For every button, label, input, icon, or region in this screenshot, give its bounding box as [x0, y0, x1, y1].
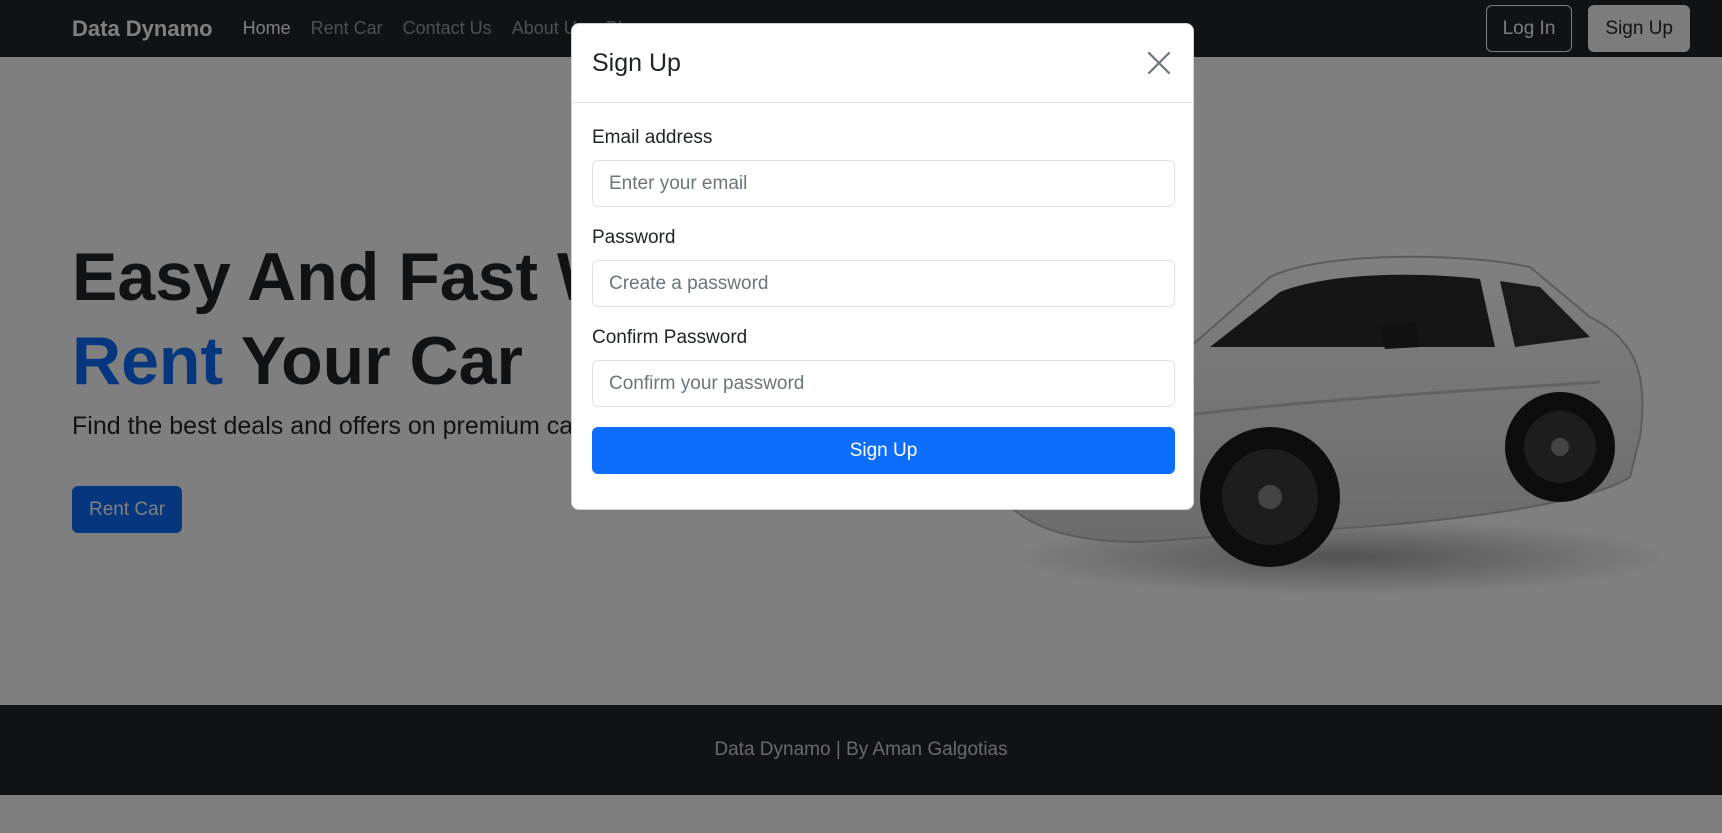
- password-field-group: Password: [592, 227, 1175, 307]
- modal-header: Sign Up: [572, 24, 1193, 103]
- close-icon: [1147, 51, 1171, 75]
- password-input[interactable]: [592, 260, 1175, 307]
- password-label: Password: [592, 227, 676, 248]
- email-label: Email address: [592, 127, 713, 148]
- email-input[interactable]: [592, 160, 1175, 207]
- signup-submit-button[interactable]: Sign Up: [592, 427, 1175, 474]
- modal-title: Sign Up: [592, 48, 681, 77]
- confirm-password-label: Confirm Password: [592, 327, 748, 348]
- email-field-group: Email address: [592, 127, 1175, 207]
- close-button[interactable]: [1145, 49, 1173, 77]
- modal-body: Email address Password Confirm Password …: [572, 103, 1193, 494]
- confirm-password-field-group: Confirm Password: [592, 327, 1175, 407]
- signup-modal: Sign Up Email address Password Confirm P…: [571, 23, 1194, 510]
- confirm-password-input[interactable]: [592, 360, 1175, 407]
